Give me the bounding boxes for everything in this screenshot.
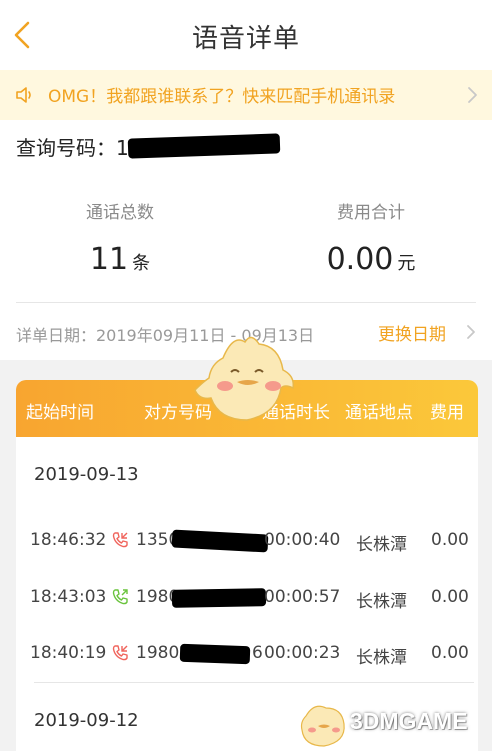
summary-divider <box>16 302 476 303</box>
page-title: 语音详单 <box>191 24 300 54</box>
contacts-match-banner[interactable]: OMG！我都跟谁联系了？快来匹配手机通讯录 <box>0 70 492 120</box>
watermark-text: 3DMGAME <box>350 708 468 734</box>
total-fee-value: 0.00 元 <box>271 242 471 277</box>
total-fee-unit: 元 <box>397 253 416 274</box>
call-location: 长株潭 <box>356 648 407 668</box>
query-number: 查询号码：1 <box>16 132 129 161</box>
query-label: 查询号码： <box>16 136 116 160</box>
group-divider <box>34 682 474 683</box>
query-number-prefix: 1 <box>116 136 129 160</box>
call-fee: 0.00 <box>431 587 469 607</box>
call-duration: 00:00:23 <box>264 643 341 663</box>
total-calls-unit: 条 <box>132 253 151 274</box>
chevron-right-icon <box>467 325 475 339</box>
group-date: 2019-09-13 <box>34 464 139 485</box>
change-date-button[interactable]: 更换日期 <box>378 320 446 345</box>
outgoing-call-icon <box>112 589 128 605</box>
call-number-suffix: 6 <box>252 643 263 663</box>
call-time: 18:40:19 <box>30 643 107 663</box>
total-fee-label: 费用合计 <box>337 203 405 223</box>
incoming-call-icon <box>112 532 128 548</box>
table-row[interactable]: 18:46:32 1350 00:00:40 长株潭 0.00 <box>16 522 478 562</box>
call-number: 1980 <box>136 643 180 663</box>
column-header-location: 通话地点 <box>345 403 413 423</box>
watermark-mascot <box>300 705 345 747</box>
redacted-number <box>127 133 281 159</box>
call-duration: 00:00:40 <box>264 530 341 550</box>
banner-text: OMG！我都跟谁联系了？快来匹配手机通讯录 <box>48 87 396 107</box>
call-duration: 00:00:57 <box>264 587 341 607</box>
call-time: 18:43:03 <box>30 587 107 607</box>
group-date: 2019-09-12 <box>34 710 139 731</box>
total-fee-number: 0.00 <box>326 242 394 277</box>
column-header-fee: 费用 <box>430 403 464 423</box>
column-header-start-time: 起始时间 <box>26 403 94 423</box>
total-calls-label: 通话总数 <box>86 203 154 223</box>
speaker-icon <box>16 87 31 103</box>
redacted-number <box>171 529 269 553</box>
call-location: 长株潭 <box>356 592 407 612</box>
call-detail-table: 起始时间 对方号码 通话时长 通话地点 费用 2019-09-13 18:46:… <box>16 380 478 751</box>
table-row[interactable]: 18:43:03 1980 00:00:57 长株潭 0.00 <box>16 579 478 619</box>
redacted-number <box>179 643 251 665</box>
chevron-right-icon <box>468 87 477 103</box>
redacted-number <box>171 588 267 608</box>
call-location: 长株潭 <box>356 535 407 555</box>
mascot-sticker <box>194 336 295 421</box>
call-fee: 0.00 <box>431 530 469 550</box>
call-fee: 0.00 <box>431 643 469 663</box>
top-bar: 语音详单 <box>0 0 492 70</box>
incoming-call-icon <box>112 645 128 661</box>
table-row[interactable]: 18:40:19 1980 6 00:00:23 长株潭 0.00 <box>16 635 478 675</box>
total-calls-number: 11 <box>89 242 129 277</box>
call-time: 18:46:32 <box>30 530 107 550</box>
summary-panel: 查询号码：1 通话总数 11 条 费用合计 0.00 元 详单日期：2019年09月… <box>0 120 492 360</box>
total-calls-value: 11 条 <box>20 242 220 277</box>
